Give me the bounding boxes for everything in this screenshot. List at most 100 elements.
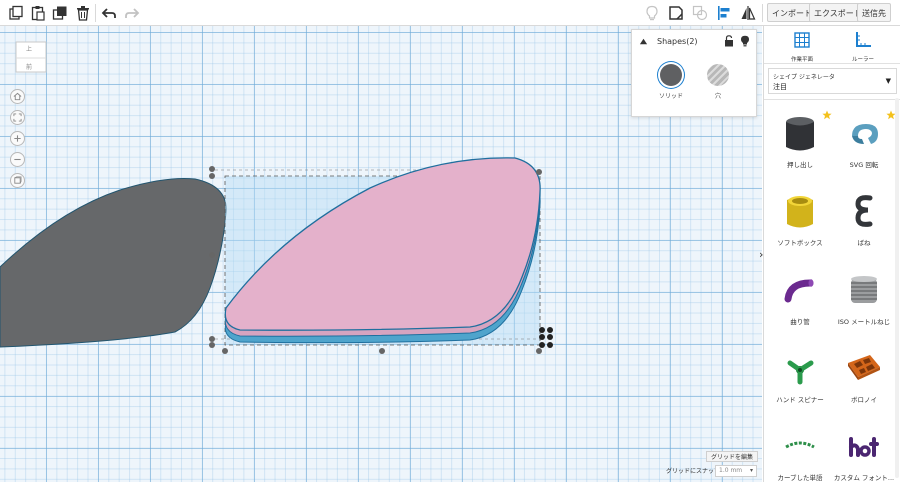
collapse-triangle-icon[interactable] xyxy=(639,37,648,46)
top-toolbar: インポート エクスポート 送信先 xyxy=(0,0,900,26)
notes-button[interactable] xyxy=(666,3,686,23)
shape-item-label: 曲り管 xyxy=(790,318,810,326)
svg-revolve-icon xyxy=(852,124,878,144)
sidebar-toggle[interactable]: › xyxy=(759,248,767,262)
shape-item-voronoi[interactable]: ボロノイ xyxy=(834,349,894,419)
ortho-view-button[interactable] xyxy=(10,173,25,188)
zoom-in-button[interactable] xyxy=(10,131,25,146)
shape-generator-select[interactable]: シェイプ ジェネレータ 注目 ▼ xyxy=(768,68,897,94)
panel-scrollbar[interactable] xyxy=(895,98,899,478)
shape-item-label: 押し出し xyxy=(787,161,813,169)
star-icon xyxy=(822,110,832,120)
shape-item-label: ハンド スピナー xyxy=(776,396,824,404)
ruler-icon xyxy=(856,32,871,47)
shape-item-label: ボロノイ xyxy=(851,396,877,404)
zoom-out-button[interactable] xyxy=(10,152,25,167)
fit-view-button[interactable] xyxy=(10,110,25,125)
zoom-in-icon xyxy=(14,135,21,142)
shape-item-label: カーブした単語 xyxy=(777,474,823,482)
align-icon xyxy=(718,6,730,20)
shape-item-svg-revolve[interactable]: SVG 回転 xyxy=(834,110,896,184)
redo-button[interactable] xyxy=(122,3,142,23)
shape-generator-label: シェイプ ジェネレータ xyxy=(773,74,835,81)
solid-label: ソリッド xyxy=(658,93,683,100)
soft-box-icon xyxy=(787,196,813,228)
gray-shape[interactable] xyxy=(0,178,227,348)
panel-divider xyxy=(764,63,900,64)
view-cube-top-label: 上 xyxy=(26,46,33,53)
shape-inspector-panel: Shapes(2) ソリッド 穴 xyxy=(631,29,757,117)
group-button[interactable] xyxy=(690,3,710,23)
edit-grid-button[interactable]: グリッドを編集 xyxy=(706,451,759,462)
iso-screw-icon xyxy=(851,276,877,303)
bent-pipe-icon xyxy=(784,279,814,303)
custom-font-icon xyxy=(849,437,879,457)
zoom-out-icon xyxy=(14,158,21,161)
shape-item-curved-word[interactable]: カーブした単語 xyxy=(770,427,830,482)
group-icon xyxy=(692,5,708,21)
hole-option[interactable]: 穴 xyxy=(703,64,733,100)
shape-generator-value: 注目 xyxy=(773,83,787,91)
view-cube-front-label: 前 xyxy=(26,64,33,71)
shape-item-label: カスタム フォント... xyxy=(833,474,895,482)
shape-item-label: SVG 回転 xyxy=(849,161,879,169)
home-icon xyxy=(13,92,22,101)
shape-item-custom-font[interactable]: カスタム フォント... xyxy=(834,427,894,482)
curved-word-icon xyxy=(785,441,815,449)
delete-button[interactable] xyxy=(73,3,93,23)
lock-icon[interactable] xyxy=(724,35,734,47)
shapes-library-panel: 作業平面 ルーラー シェイプ ジェネレータ 注目 ▼ 押し出し SVG 回転 ソ… xyxy=(763,26,900,482)
hole-label: 穴 xyxy=(714,93,721,100)
chevron-down-icon: ▾ xyxy=(749,467,753,474)
mirror-button[interactable] xyxy=(738,3,758,23)
show-all-button[interactable] xyxy=(642,3,662,23)
shape-item-iso-screw[interactable]: ISO メートルねじ xyxy=(834,271,894,341)
workplane-tool[interactable]: 作業平面 xyxy=(777,31,827,63)
copy-button[interactable] xyxy=(6,3,26,23)
snap-grid-select[interactable]: 1.0 mm ▾ xyxy=(715,465,757,477)
ruler-tool[interactable]: ルーラー xyxy=(838,31,888,63)
voronoi-icon xyxy=(848,355,880,380)
panel-divider xyxy=(764,99,900,100)
paste-button[interactable] xyxy=(28,3,48,23)
send-to-button[interactable]: 送信先 xyxy=(857,3,891,22)
shape-item-bent-pipe[interactable]: 曲り管 xyxy=(770,271,830,341)
hand-spinner-icon xyxy=(787,360,814,385)
toolbar-separator xyxy=(762,4,763,22)
solid-option[interactable]: ソリッド xyxy=(656,64,686,100)
tinkercad-editor: インポート エクスポート 送信先 上 前 グリッドを編集 グリッドにスナップ 1… xyxy=(0,0,900,482)
shape-item-extrusion[interactable]: 押し出し xyxy=(770,110,832,184)
shape-item-soft-box[interactable]: ソフトボックス xyxy=(770,192,830,262)
align-button[interactable] xyxy=(714,3,734,23)
ortho-icon xyxy=(14,176,22,184)
snap-grid-label: グリッドにスナップ xyxy=(666,468,721,475)
toolbar-separator xyxy=(95,4,96,22)
shape-item-label: ISO メートルねじ xyxy=(837,318,891,326)
shape-inspector-title: Shapes(2) xyxy=(657,37,698,46)
fit-icon xyxy=(13,113,22,122)
workplane-label: 作業平面 xyxy=(790,57,813,63)
hole-swatch xyxy=(707,64,729,86)
solid-swatch xyxy=(660,64,682,86)
redo-icon xyxy=(125,8,140,18)
note-icon xyxy=(669,6,683,20)
workplane-icon xyxy=(794,32,810,48)
trash-icon xyxy=(77,6,89,21)
shape-item-spring[interactable]: ばね xyxy=(834,192,894,262)
shape-item-hand-spinner[interactable]: ハンド スピナー xyxy=(770,349,830,419)
shape-item-label: ばね xyxy=(857,239,871,247)
duplicate-button[interactable] xyxy=(50,3,70,23)
undo-icon xyxy=(101,8,116,18)
shape-item-label: ソフトボックス xyxy=(777,239,823,247)
home-view-button[interactable] xyxy=(10,89,25,104)
copy-icon xyxy=(9,5,23,20)
paste-icon xyxy=(31,6,45,21)
lightbulb-icon[interactable] xyxy=(740,35,750,47)
lightbulb-icon xyxy=(646,5,658,21)
mirror-icon xyxy=(741,6,756,20)
view-cube[interactable]: 上 前 xyxy=(14,38,48,76)
undo-button[interactable] xyxy=(99,3,119,23)
ruler-label: ルーラー xyxy=(851,57,874,63)
snap-grid-value: 1.0 mm xyxy=(719,467,743,474)
caret-down-icon: ▼ xyxy=(885,77,891,85)
